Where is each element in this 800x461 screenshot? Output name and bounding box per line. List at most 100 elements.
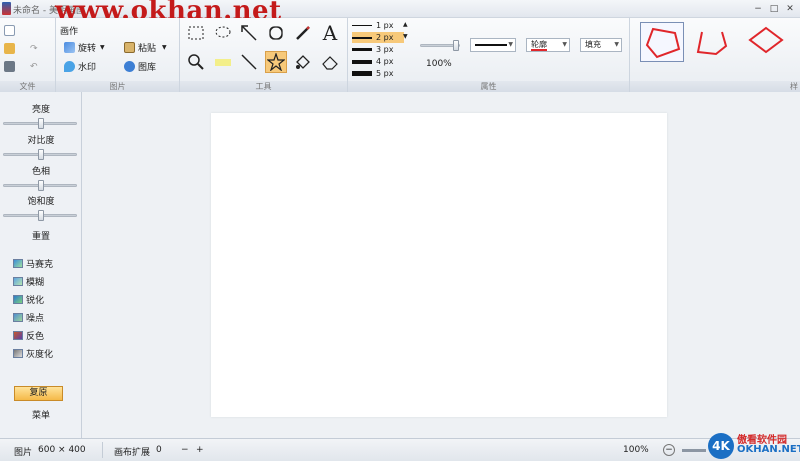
slider-thumb[interactable] <box>38 118 44 129</box>
eraser-icon <box>322 56 338 70</box>
printer-icon <box>4 61 15 72</box>
watermark-label: 水印 <box>78 63 97 73</box>
hue-label: 色相 <box>31 167 50 177</box>
zoom-tool[interactable] <box>185 51 207 73</box>
open-button[interactable] <box>4 41 18 56</box>
redo-button[interactable]: ↷ <box>30 41 38 56</box>
new-file-icon <box>4 25 15 36</box>
chevron-down-icon: ▼ <box>162 44 167 51</box>
adjust-panel: 亮度 对比度 色相 饱和度 重置 马赛克 模糊 锐化 噪点 反色 灰度化 复原 … <box>0 92 82 438</box>
clipboard-icon <box>124 42 135 53</box>
canvas-expand-value: 0 <box>156 445 162 455</box>
highlighter-tool[interactable] <box>212 51 234 73</box>
invert-icon <box>13 330 23 340</box>
line-width-2[interactable]: 2 px <box>352 32 404 43</box>
effect-grayscale[interactable]: 灰度化 <box>13 347 53 360</box>
print-button[interactable] <box>4 59 18 74</box>
outline-label: 轮廓 <box>531 40 547 51</box>
saturation-label: 饱和度 <box>27 197 55 207</box>
effect-noise[interactable]: 噪点 <box>13 311 44 324</box>
star-tool[interactable] <box>265 51 287 73</box>
hue-slider[interactable] <box>3 180 77 191</box>
close-button[interactable]: ✕ <box>784 3 796 15</box>
arrow-tool[interactable] <box>238 22 260 44</box>
opacity-slider-thumb[interactable] <box>453 40 459 51</box>
effect-sharpen[interactable]: 锐化 <box>13 293 45 306</box>
properties-group-label: 属性 <box>348 81 629 92</box>
chevron-down-icon: ▼ <box>614 41 619 48</box>
eraser-tool[interactable] <box>319 51 341 73</box>
scroll-up-icon[interactable]: ▲ <box>403 21 408 28</box>
image-group: 旋转 ▼ 粘贴 ▼ 水印 图库 图片 <box>56 18 180 92</box>
redo-icon: ↷ <box>30 43 38 54</box>
brightness-slider[interactable] <box>3 118 77 129</box>
scroll-down-icon[interactable]: ▼ <box>403 33 408 40</box>
opacity-slider[interactable] <box>420 40 460 51</box>
line-width-3[interactable]: 3 px <box>352 44 393 55</box>
highlighter-icon <box>215 59 231 66</box>
opacity-value: 100% <box>426 59 452 69</box>
status-bar: 图片 600 × 400 画布扩展 0 − + 100% − 4K 傲看软件园 … <box>0 433 800 461</box>
file-group-label: 文件 <box>0 81 55 92</box>
rotate-button[interactable]: 旋转 ▼ <box>64 40 105 55</box>
rotate-icon <box>64 42 75 53</box>
magnifier-icon <box>188 54 204 70</box>
gallery-button[interactable]: 图库 <box>124 59 156 74</box>
text-tool[interactable]: A <box>319 21 341 45</box>
star-icon <box>267 53 285 71</box>
undo-button[interactable]: ↶ <box>30 59 38 74</box>
shape-pentagon[interactable] <box>640 22 684 62</box>
shape-tool[interactable] <box>265 22 287 44</box>
slider-thumb[interactable] <box>38 180 44 191</box>
gallery-label: 图库 <box>138 63 157 73</box>
paste-button[interactable]: 粘贴 ▼ <box>124 40 167 55</box>
shapes-group-label: 样 <box>630 81 800 92</box>
effect-label: 锐化 <box>26 295 45 306</box>
line-style-dropdown[interactable]: ▼ <box>470 38 516 52</box>
line-width-4[interactable]: 4 px <box>352 56 393 67</box>
zoom-out-button[interactable]: − <box>663 444 675 456</box>
shape-open-polygon[interactable] <box>692 22 736 62</box>
effect-invert[interactable]: 反色 <box>13 329 44 342</box>
effect-mosaic[interactable]: 马赛克 <box>13 257 53 270</box>
zoom-slider[interactable] <box>682 449 706 452</box>
slider-thumb[interactable] <box>38 149 44 160</box>
select-tool[interactable] <box>185 22 207 44</box>
canvas-expand-button[interactable]: + <box>196 445 204 455</box>
shape-diamond[interactable] <box>744 22 788 62</box>
rotate-label: 旋转 <box>78 44 97 54</box>
canvas-shrink-button[interactable]: − <box>181 445 189 455</box>
undo-icon: ↶ <box>30 61 38 72</box>
droplet-icon <box>64 61 75 72</box>
pencil-icon <box>296 26 310 40</box>
chevron-down-icon: ▼ <box>100 44 105 51</box>
fill-tool[interactable] <box>292 51 314 73</box>
watermark-button[interactable]: 水印 <box>64 59 96 74</box>
effect-blur[interactable]: 模糊 <box>13 275 44 288</box>
pencil-tool[interactable] <box>292 22 314 44</box>
file-group: 画作 ↷ ↶ 文件 <box>0 18 78 92</box>
drawing-canvas[interactable] <box>211 113 667 417</box>
line-width-1[interactable]: 1 px <box>352 20 393 31</box>
contrast-slider[interactable] <box>3 149 77 160</box>
slider-thumb[interactable] <box>38 210 44 221</box>
line-tool[interactable] <box>238 51 260 73</box>
minimize-button[interactable]: − <box>752 3 764 15</box>
noise-icon <box>13 312 23 322</box>
reset-button[interactable]: 重置 <box>0 229 82 242</box>
fill-label: 填充 <box>585 40 601 49</box>
fill-dropdown[interactable]: 填充 ▼ <box>580 38 622 52</box>
line-width-5[interactable]: 5 px <box>352 68 393 79</box>
image-size: 600 × 400 <box>38 445 86 455</box>
maximize-button[interactable]: □ <box>768 3 780 15</box>
restore-button[interactable]: 复原 <box>14 386 63 401</box>
mosaic-icon <box>13 258 23 268</box>
open-polygon-icon <box>696 31 728 56</box>
zoom-value: 100% <box>623 445 649 455</box>
lasso-tool[interactable] <box>212 22 234 44</box>
saturation-slider[interactable] <box>3 210 77 221</box>
outline-dropdown[interactable]: 轮廓 ▼ <box>526 38 570 52</box>
new-button[interactable] <box>4 23 18 38</box>
line-width-list: 1 px 2 px 3 px 4 px 5 px <box>352 20 408 80</box>
menu-button[interactable]: 菜单 <box>0 408 82 421</box>
